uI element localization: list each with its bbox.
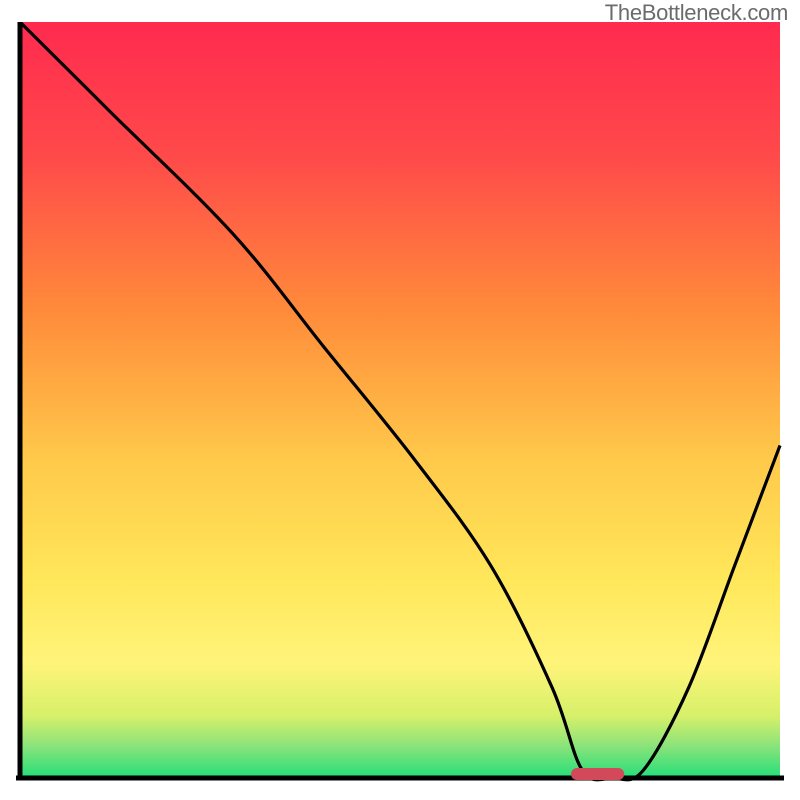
chart-svg (16, 22, 784, 784)
chart-area (16, 22, 784, 784)
optimum-marker (571, 768, 624, 780)
watermark-text: TheBottleneck.com (605, 0, 788, 26)
